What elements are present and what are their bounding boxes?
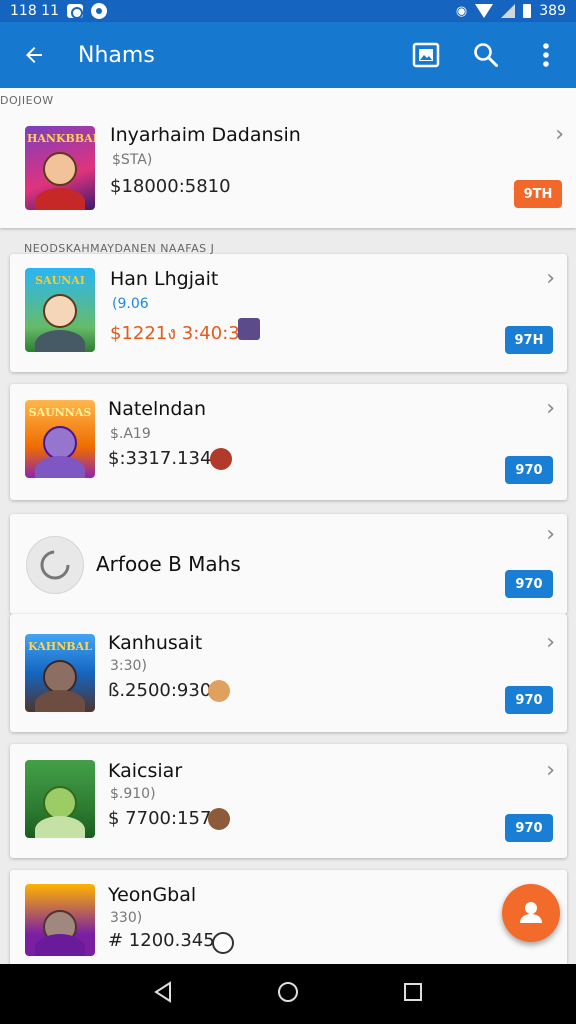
item-price: ß.2500:930: [108, 680, 212, 701]
list-item[interactable]: Arfooe B Mahs › 970: [10, 514, 567, 614]
item-subtitle: $.A19: [110, 426, 151, 442]
notification-icon: [67, 4, 83, 19]
app-thumbnail: KAHNBAL: [25, 634, 95, 712]
list-item[interactable]: HANKBBAR Inyarhaim Dadansin $STA) $18000…: [0, 110, 576, 222]
list-item[interactable]: KAHNBAL Kanhusait 3:30) ß.2500:930 › 970: [10, 614, 567, 732]
page-title: Nhams: [78, 42, 155, 68]
chevron-right-icon[interactable]: ›: [546, 758, 555, 783]
notification-dot-icon: [91, 3, 107, 19]
arrow-left-icon[interactable]: [0, 22, 68, 88]
item-name: Han Lhgjait: [110, 268, 219, 290]
list-item[interactable]: SAUNNAS Natelndan $.A19 $:3317.134 › 970: [10, 384, 567, 500]
app-thumbnail: HANKBBAR: [25, 126, 95, 210]
item-price: $:3317.134: [108, 448, 212, 469]
status-bar: 118 11 ◉ 389: [0, 0, 576, 22]
avatar: [238, 318, 260, 340]
item-name: Inyarhaim Dadansin: [110, 124, 301, 146]
list-item[interactable]: SAUNAI Han Lhgjait (9.06 $1221ง 3:40:30 …: [10, 254, 567, 372]
chevron-right-icon[interactable]: ›: [555, 122, 564, 147]
system-nav-bar: [0, 964, 576, 1024]
chevron-right-icon[interactable]: ›: [546, 266, 555, 291]
search-icon[interactable]: [456, 22, 516, 88]
status-badge[interactable]: 970: [505, 456, 553, 484]
chevron-right-icon[interactable]: ›: [546, 396, 555, 421]
circle-home-icon[interactable]: [276, 980, 300, 1008]
chevron-right-icon[interactable]: ›: [546, 522, 555, 547]
item-subtitle: 330): [110, 910, 143, 926]
app-thumbnail: SAUNAI: [25, 268, 95, 352]
avatar: [208, 808, 230, 830]
item-price: $ 7700:157: [108, 808, 212, 829]
square-recent-icon[interactable]: [401, 980, 425, 1008]
item-name: Natelndan: [108, 398, 207, 420]
status-badge[interactable]: 97H: [505, 326, 553, 354]
status-badge[interactable]: 970: [505, 570, 553, 598]
clock-icon: [212, 932, 234, 954]
thumb-banner: SAUNNAS: [28, 406, 92, 419]
item-subtitle: 3:30): [110, 658, 147, 674]
list-section: DOJIEOW HANKBBAR Inyarhaim Dadansin $STA…: [0, 88, 576, 228]
list-item[interactable]: YeonGbal 330) # 1200.345: [10, 870, 567, 964]
wifi-icon: [475, 4, 494, 18]
thumb-banner: KAHNBAL: [28, 640, 92, 653]
item-name: YeonGbal: [108, 884, 197, 906]
status-badge[interactable]: 970: [505, 814, 553, 842]
app-thumbnail: SAUNNAS: [25, 400, 95, 478]
thumb-banner: HANKBBAR: [27, 132, 95, 145]
more-vert-icon[interactable]: [516, 22, 576, 88]
item-name: Arfooe B Mahs: [96, 552, 241, 576]
battery-level: 389: [539, 3, 566, 19]
item-price: $1221ง 3:40:30: [110, 323, 252, 344]
item-subtitle: $.910): [110, 786, 156, 802]
app-list[interactable]: DOJIEOW HANKBBAR Inyarhaim Dadansin $STA…: [0, 88, 576, 964]
triangle-back-icon[interactable]: [151, 980, 175, 1008]
signal-icon: [501, 4, 516, 18]
item-subtitle: (9.06: [112, 296, 149, 312]
app-thumbnail: [25, 760, 95, 838]
avatar: [208, 680, 230, 702]
chevron-right-icon[interactable]: ›: [546, 630, 555, 655]
battery-icon: [523, 4, 532, 18]
loading-spinner-icon: [26, 536, 84, 594]
image-icon[interactable]: [396, 22, 456, 88]
item-name: Kanhusait: [108, 632, 203, 654]
status-badge[interactable]: 9TH: [514, 180, 562, 208]
item-subtitle: $STA): [112, 152, 153, 168]
status-badge[interactable]: 970: [505, 686, 553, 714]
vibrate-icon: ◉: [455, 3, 468, 19]
app-bar: Nhams: [0, 22, 576, 88]
item-price: # 1200.345: [108, 930, 215, 951]
status-time: 118 11: [10, 3, 59, 19]
person-icon[interactable]: [502, 884, 560, 942]
item-price: $18000:5810: [110, 176, 231, 197]
list-item[interactable]: Kaicsiar $.910) $ 7700:157 › 970: [10, 744, 567, 858]
app-thumbnail: [25, 884, 95, 956]
thumb-banner: SAUNAI: [35, 274, 85, 287]
shield-icon: [210, 448, 232, 470]
item-name: Kaicsiar: [108, 760, 183, 782]
